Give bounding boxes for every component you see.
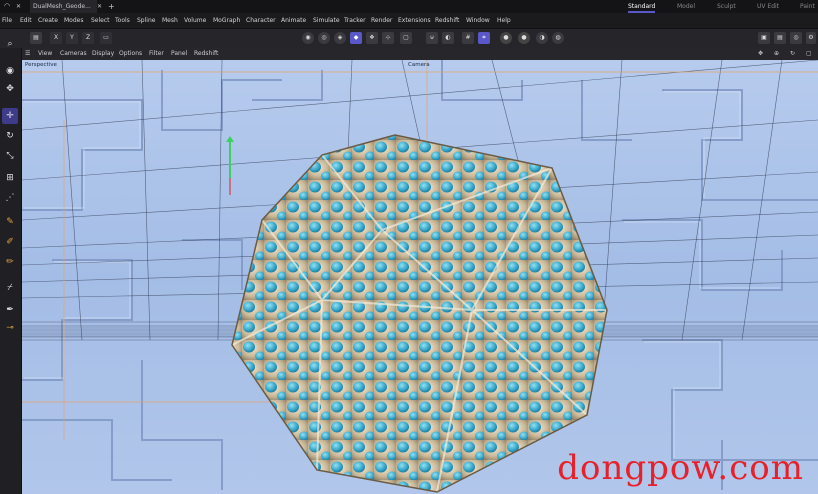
menu-extensions[interactable]: Extensions	[398, 13, 431, 28]
render-dot-icon[interactable]: ●	[500, 32, 512, 44]
menu-bar: File Edit Create Modes Select Tools Spli…	[0, 13, 818, 29]
viewport-menu-options[interactable]: Options	[119, 48, 142, 60]
render-queue-icon[interactable]: ▤	[774, 32, 786, 44]
viewport-rotate-icon[interactable]: ↻	[790, 48, 795, 60]
viewport-render	[22, 60, 818, 494]
layout-standard[interactable]: Standard	[628, 0, 656, 13]
extrude-icon[interactable]: ⋰	[2, 190, 18, 206]
menu-help[interactable]: Help	[497, 13, 511, 28]
paint-icon[interactable]: ✏	[2, 254, 18, 270]
menu-character[interactable]: Character	[246, 13, 276, 28]
points-mode-icon[interactable]: ◉	[302, 32, 314, 44]
measure-icon[interactable]: ⊸	[2, 320, 18, 336]
render-settings-icon[interactable]: ◍	[552, 32, 564, 44]
transform-icon[interactable]: ⊞	[2, 170, 18, 186]
menu-mograph[interactable]: MoGraph	[213, 13, 240, 28]
viewport-menu-cameras[interactable]: Cameras	[60, 48, 87, 60]
menu-volume[interactable]: Volume	[184, 13, 206, 28]
play-icon[interactable]: ◉	[2, 63, 18, 79]
menu-create[interactable]: Create	[38, 13, 58, 28]
render-picture-icon[interactable]: ▣	[758, 32, 770, 44]
new-tab-button[interactable]: +	[108, 0, 115, 13]
viewport-zoom-icon[interactable]: ⊕	[774, 48, 779, 60]
viewport-menu-panel[interactable]: Panel	[171, 48, 187, 60]
brush-icon[interactable]: ✐	[2, 234, 18, 250]
model-mode-icon[interactable]: ◆	[350, 32, 362, 44]
menu-animate[interactable]: Animate	[281, 13, 306, 28]
tab-document[interactable]: DualMesh_Geode...	[30, 0, 97, 13]
menu-render[interactable]: Render	[371, 13, 392, 28]
render-region-icon[interactable]: ◎	[790, 32, 802, 44]
lock-icon[interactable]: ▭	[100, 32, 112, 44]
undo-icon[interactable]: ▤	[30, 32, 42, 44]
main-toolbar: ▤ X Y Z ▭ ◉ ◎ ◈ ◆ ❖ ⊹ ▢ ⊍ ◐ # ⌗ ● ● ◑ ◍ …	[0, 29, 818, 49]
viewport-menu-view[interactable]: View	[38, 48, 52, 60]
grid-snap-icon[interactable]: #	[462, 32, 474, 44]
axis-x-button[interactable]: X	[50, 32, 62, 44]
viewport-layout-icon[interactable]: ☰	[25, 48, 30, 60]
viewport-maximize-icon[interactable]: ▢	[806, 48, 812, 60]
close-tab-icon[interactable]: ✕	[16, 0, 21, 13]
polygons-mode-icon[interactable]: ◈	[334, 32, 346, 44]
menu-mesh[interactable]: Mesh	[162, 13, 178, 28]
axis-z-button[interactable]: Z	[82, 32, 94, 44]
menu-modes[interactable]: Modes	[64, 13, 83, 28]
viewport-menu-filter[interactable]: Filter	[149, 48, 164, 60]
render-dot-2-icon[interactable]: ●	[518, 32, 530, 44]
live-selection-icon[interactable]: ✎	[2, 214, 18, 230]
viewport-3d[interactable]: Perspective Camera	[22, 60, 818, 494]
rotate-icon[interactable]: ↻	[2, 128, 18, 144]
axis-y-button[interactable]: Y	[66, 32, 78, 44]
layout-sculpt[interactable]: Sculpt	[717, 0, 736, 13]
object-axis-icon[interactable]: ⊹	[382, 32, 394, 44]
animation-mode-icon[interactable]: ▢	[400, 32, 412, 44]
viewport-menu: ☰ View Cameras Display Options Filter Pa…	[22, 48, 818, 60]
menu-edit[interactable]: Edit	[20, 13, 32, 28]
viewport-menu-display[interactable]: Display	[92, 48, 114, 60]
viewport-move-icon[interactable]: ✥	[758, 48, 763, 60]
menu-simulate[interactable]: Simulate	[313, 13, 340, 28]
render-view-icon[interactable]: ◑	[536, 32, 548, 44]
layout-paint[interactable]: Paint	[800, 0, 815, 13]
layout-uv-edit[interactable]: UV Edit	[757, 0, 779, 13]
edit-render-settings-icon[interactable]: ⚙	[806, 32, 816, 44]
knife-icon[interactable]: ⌿	[2, 280, 18, 296]
edges-mode-icon[interactable]: ◎	[318, 32, 330, 44]
tweak-icon[interactable]: ✥	[2, 81, 18, 97]
pen-icon[interactable]: ✒	[2, 302, 18, 318]
menu-tracker[interactable]: Tracker	[344, 13, 366, 28]
search-icon[interactable]: ⌕	[2, 36, 18, 52]
watermark: dongpow.com	[557, 448, 804, 488]
title-bar: ◠ ✕ DualMesh_Geode... ✕ + Standard Model…	[0, 0, 818, 13]
move-icon[interactable]: ✛	[2, 108, 18, 124]
menu-tools[interactable]: Tools	[115, 13, 130, 28]
texture-mode-icon[interactable]: ❖	[366, 32, 378, 44]
menu-spline[interactable]: Spline	[137, 13, 155, 28]
menu-window[interactable]: Window	[466, 13, 490, 28]
menu-select[interactable]: Select	[91, 13, 110, 28]
layout-model[interactable]: Model	[677, 0, 695, 13]
scale-icon[interactable]: ⤡	[2, 148, 18, 164]
snap-settings-icon[interactable]: ◐	[442, 32, 454, 44]
left-toolbar: ⌕ ◉ ✥ ✛ ↻ ⤡ ⊞ ⋰ ✎ ✐ ✏ ⌿ ✒ ⊸	[0, 39, 22, 494]
camera-label: Camera	[408, 62, 430, 68]
tab-close-icon[interactable]: ✕	[97, 0, 102, 13]
menu-file[interactable]: File	[2, 13, 12, 28]
magnet-icon[interactable]: ⊍	[426, 32, 438, 44]
viewport-label: Perspective	[25, 62, 57, 68]
menu-redshift[interactable]: Redshift	[435, 13, 459, 28]
viewport-menu-redshift[interactable]: Redshift	[194, 48, 218, 60]
workplane-icon[interactable]: ⌗	[478, 32, 490, 44]
app-logo-icon: ◠	[4, 2, 11, 10]
